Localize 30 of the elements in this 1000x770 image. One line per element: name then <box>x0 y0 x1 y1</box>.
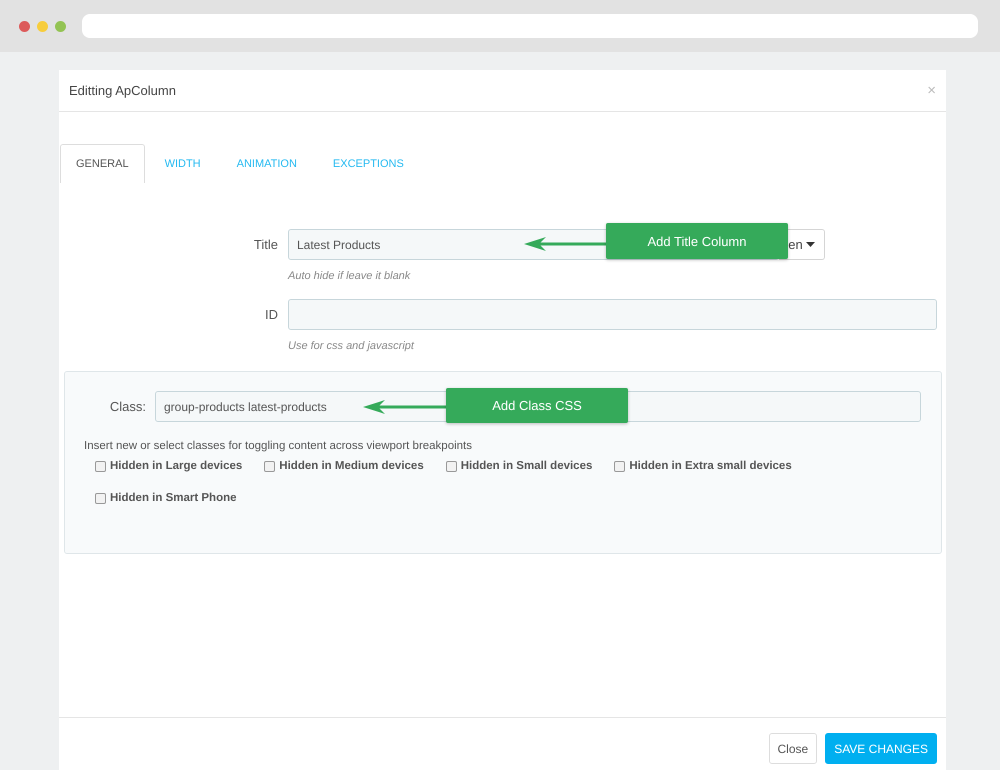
maximize-window-dot-icon[interactable] <box>55 20 66 32</box>
save-button[interactable]: SAVE CHANGES <box>825 733 937 764</box>
checkbox-label: Hidden in Medium devices <box>279 460 424 472</box>
caret-icon <box>806 242 815 247</box>
tab[interactable]: ANIMATION <box>220 144 313 183</box>
callout-tooltip: Add Title Column <box>606 223 788 259</box>
dialog-title: Editting ApColumn <box>69 83 176 98</box>
help-text: Use for css and javascript <box>288 340 416 352</box>
input-field[interactable] <box>288 299 937 330</box>
checkbox-label: Hidden in Small devices <box>460 460 592 472</box>
help-text: Insert new or select classes for toggling content across viewport breakpoints <box>84 440 473 452</box>
field-label: Class: <box>108 399 146 414</box>
checkbox[interactable] <box>614 460 626 472</box>
close-window-dot-icon[interactable] <box>19 20 30 32</box>
close-button[interactable]: Close <box>768 733 818 764</box>
tab[interactable]: EXCEPTIONS <box>316 144 420 183</box>
field-label: ID <box>264 307 278 322</box>
help-text: Auto hide if leave it blank <box>288 270 412 282</box>
checkbox[interactable] <box>446 460 457 472</box>
checkbox[interactable] <box>95 460 106 472</box>
checkbox[interactable] <box>95 492 106 504</box>
minimize-window-dot-icon[interactable] <box>37 20 48 32</box>
tab[interactable]: WIDTH <box>148 144 217 183</box>
callout-tooltip: Add Class CSS <box>446 388 628 423</box>
checkbox-label: Hidden in Smart Phone <box>110 492 237 504</box>
checkbox-label: Hidden in Extra small devices <box>629 460 792 472</box>
checkbox-label: Hidden in Large devices <box>110 460 242 472</box>
checkbox[interactable] <box>264 460 276 472</box>
field-label: Title <box>252 237 278 252</box>
tab[interactable]: GENERAL <box>60 144 145 183</box>
